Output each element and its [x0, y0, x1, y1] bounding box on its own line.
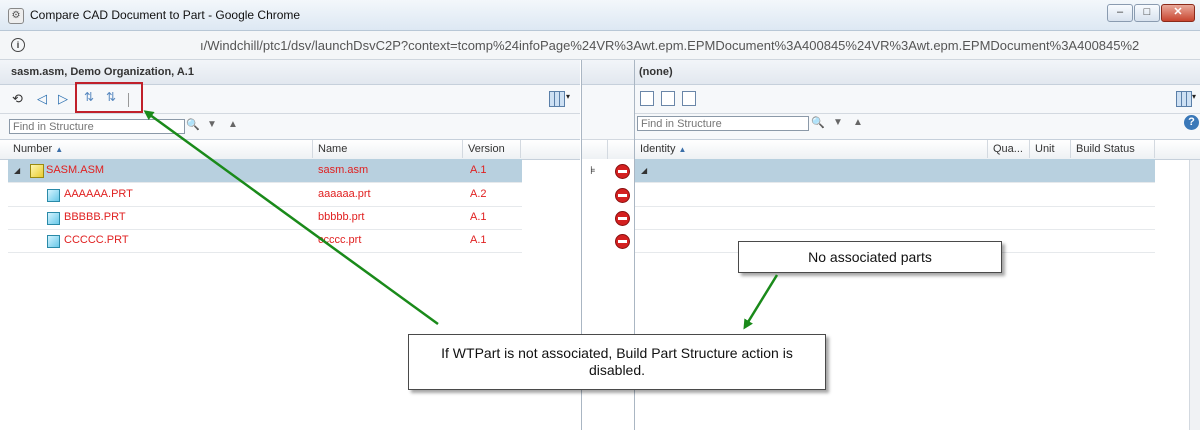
arrow-to-callout [743, 274, 779, 330]
arrow-to-toolbar [143, 110, 439, 326]
callout-arrows [143, 110, 779, 330]
